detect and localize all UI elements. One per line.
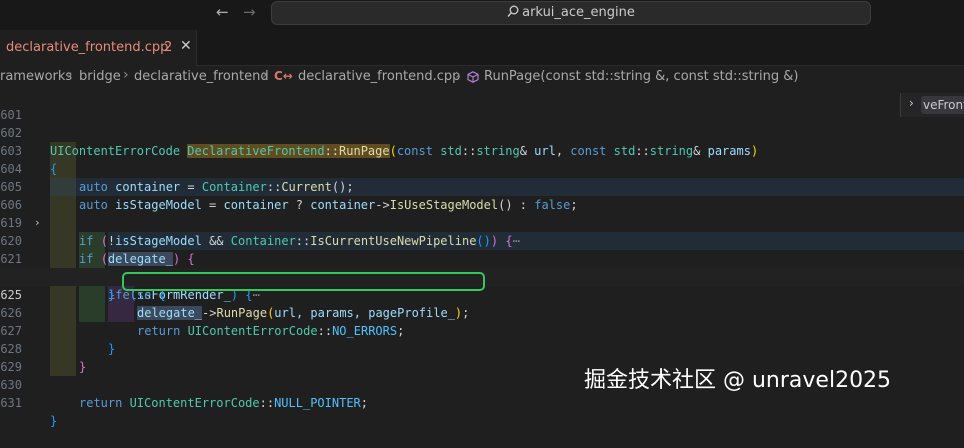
sticky-scroll-label: veFront xyxy=(923,98,964,112)
chevron-right-icon: › xyxy=(67,67,73,83)
arrow-right-icon[interactable]: → xyxy=(243,3,256,21)
code-line: 601 xyxy=(0,88,964,122)
chevron-right-icon: › xyxy=(123,67,129,83)
breadcrumb-item-bridge[interactable]: bridge xyxy=(79,69,121,84)
code-line: 604 auto container = Container::Current(… xyxy=(0,142,964,194)
chevron-right-icon: › xyxy=(262,67,268,83)
code-line: 629 xyxy=(0,340,964,374)
code-editor[interactable]: 601 602 UIContentErrorCode DeclarativeFr… xyxy=(0,88,964,428)
chevron-right-icon: › xyxy=(455,67,461,83)
code-line: 627 } xyxy=(0,304,964,356)
tab-problem-count: 2 xyxy=(164,40,173,55)
tab-declarative-frontend[interactable]: declarative_frontend.cpp 2 ✕ xyxy=(0,30,197,66)
title-bar: ← → arkui_ace_engine xyxy=(0,0,964,30)
breadcrumb: rameworks › bridge › declarative_fronten… xyxy=(0,66,964,88)
watermark: 掘金技术社区 @ unravel2025 xyxy=(584,368,892,393)
cpp-file-icon: C↔ xyxy=(274,69,293,83)
close-icon[interactable]: ✕ xyxy=(180,38,192,54)
command-center-label: arkui_ace_engine xyxy=(522,5,635,20)
highlight-box xyxy=(122,272,485,291)
code-line: 605 auto isStageModel = container ? cont… xyxy=(0,160,964,212)
code-line: 624 } else { xyxy=(0,250,964,302)
code-text: } xyxy=(50,414,58,428)
chevron-right-icon: › xyxy=(909,96,914,110)
code-text: return UIContentErrorCode::NULL_POINTER; xyxy=(79,396,369,410)
code-line: 619 xyxy=(0,196,964,230)
code-line: 602 UIContentErrorCode DeclarativeFronte… xyxy=(0,106,964,158)
line-number: 631 xyxy=(0,396,22,410)
code-line: 620 if (delegate_) { xyxy=(0,214,964,266)
code-line: 621 › if (isFormRender_) {⋯ xyxy=(0,232,964,302)
tab-filename: declarative_frontend.cpp xyxy=(6,40,169,55)
code-line: 628 } xyxy=(0,322,964,374)
arrow-left-icon[interactable]: ← xyxy=(216,3,229,21)
sticky-scroll-widget[interactable]: › veFront xyxy=(900,93,964,117)
sticky-scroll-item[interactable]: veFront xyxy=(921,96,964,114)
code-line: 603 { xyxy=(0,124,964,176)
search-icon xyxy=(507,5,519,17)
breadcrumb-item-method[interactable]: RunPage(const std::string &, const std::… xyxy=(484,69,798,84)
command-center-search[interactable]: arkui_ace_engine xyxy=(271,1,871,25)
code-line: 606 › if (!isStageModel && Container::Is… xyxy=(0,178,964,248)
breadcrumb-item-file[interactable]: declarative_frontend.cpp xyxy=(298,69,460,84)
breadcrumb-item-frameworks[interactable]: rameworks xyxy=(0,69,72,84)
breadcrumb-item-declarative-frontend[interactable]: declarative_frontend xyxy=(134,69,269,84)
tab-bar: declarative_frontend.cpp 2 ✕ xyxy=(0,30,964,66)
method-cube-icon xyxy=(467,71,479,83)
